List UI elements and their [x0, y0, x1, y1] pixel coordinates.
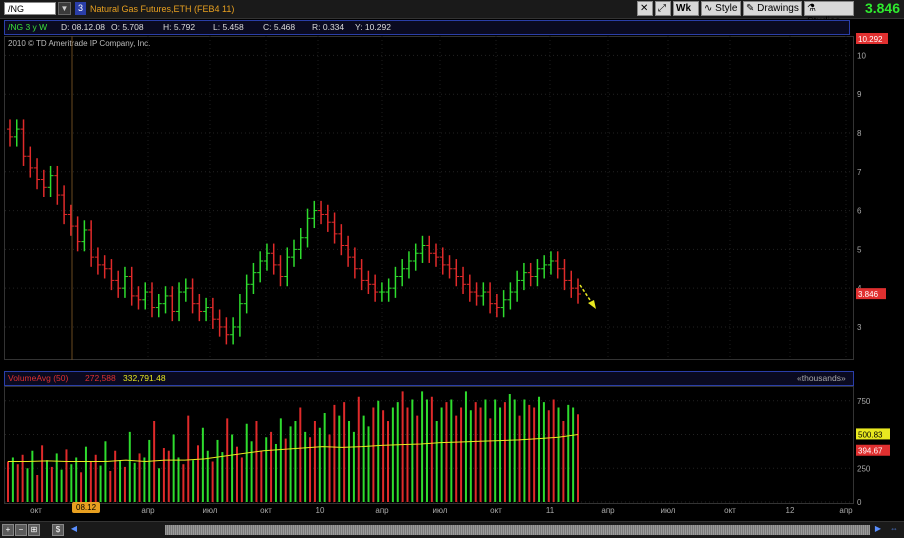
x-tick-label: 11 — [546, 506, 555, 515]
avg-value-tag-label: 500.83 — [858, 430, 883, 439]
zoom-out-icon[interactable]: − — [15, 524, 27, 536]
volume-tick-label: 0 — [857, 498, 862, 507]
scroll-thumb[interactable] — [165, 525, 870, 535]
x-tick-label: июл — [203, 506, 218, 515]
x-tick-label: 10 — [316, 506, 325, 515]
x-tick-label: окт — [490, 506, 502, 515]
x-tick-label: июл — [433, 506, 448, 515]
volume-avg-line — [8, 434, 579, 463]
x-tick-label: апр — [375, 506, 389, 515]
zoom-fit-icon[interactable]: ⊞ — [28, 524, 40, 536]
vol-value-tag-label: 394.67 — [858, 447, 883, 456]
x-tick-label: апр — [141, 506, 155, 515]
volume-chart: 7505002500500.83394.67октаприюлокт10апри… — [5, 391, 890, 515]
x-tick-label: 12 — [786, 506, 795, 515]
scroll-right-icon[interactable]: ▶ — [872, 524, 884, 536]
x-tick-label: апр — [839, 506, 853, 515]
x-tick-label: окт — [260, 506, 272, 515]
x-tick-label: июл — [661, 506, 676, 515]
x-tick-label: окт — [724, 506, 736, 515]
x-tick-label: окт — [30, 506, 42, 515]
expand-icon[interactable]: ⇔ — [888, 524, 900, 536]
horizontal-scrollbar[interactable]: + − ⊞ $ ◀ ▶ ⇔ — [0, 521, 904, 538]
x-tick-label: апр — [601, 506, 615, 515]
volume-tick-label: 750 — [857, 397, 871, 406]
dollar-icon[interactable]: $ — [52, 524, 64, 536]
zoom-in-icon[interactable]: + — [2, 524, 14, 536]
volume-tick-label: 250 — [857, 464, 871, 473]
date-badge: 08.12 — [72, 502, 101, 513]
scroll-left-icon[interactable]: ◀ — [68, 524, 80, 536]
